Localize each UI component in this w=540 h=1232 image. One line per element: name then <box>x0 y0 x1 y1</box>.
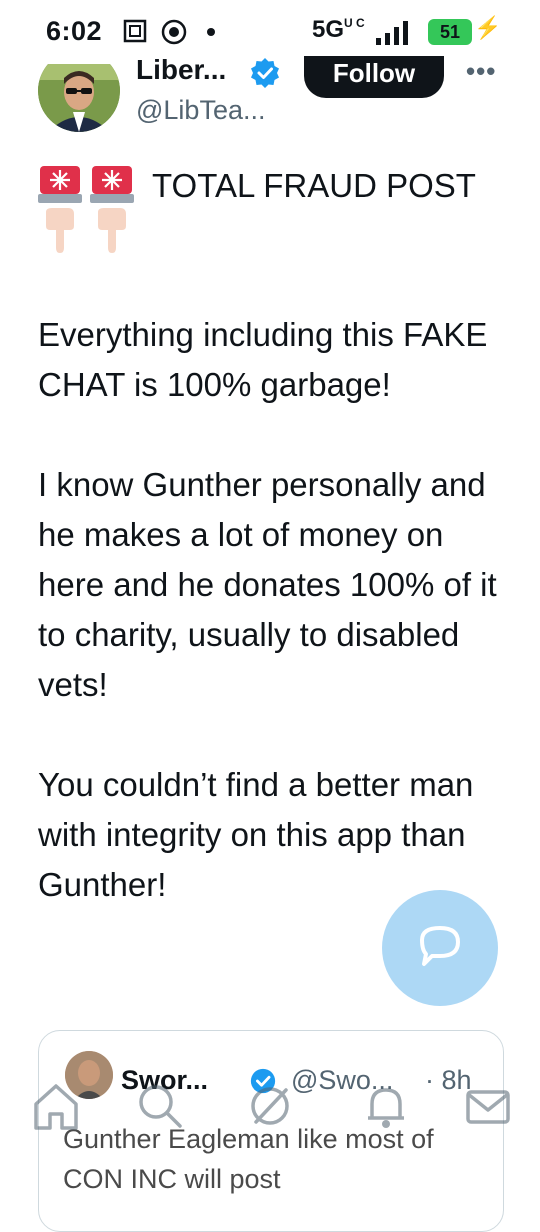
tweet-paragraph: You couldn’t find a better man with inte… <box>38 766 474 903</box>
reply-icon <box>420 926 460 966</box>
signal-icon <box>376 21 408 45</box>
battery-indicator: 51 <box>428 19 472 45</box>
headline-row: TOTAL FRAUD POST <box>38 164 508 260</box>
record-icon <box>161 19 187 45</box>
author-handle[interactable]: @LibTea... <box>136 95 265 126</box>
compose-reply-button[interactable] <box>382 890 498 1006</box>
screenshot-icon <box>123 19 147 43</box>
grok-icon[interactable] <box>244 1080 296 1132</box>
follow-button[interactable]: Follow <box>304 56 444 98</box>
siren-icon <box>38 166 82 203</box>
network-type: 5GU C <box>312 16 365 43</box>
emoji-group <box>38 164 134 254</box>
siren-icon <box>90 166 134 203</box>
status-time: 6:02 <box>46 16 103 46</box>
bolt-icon: ⚡ <box>474 15 502 40</box>
mail-icon[interactable] <box>462 1080 514 1132</box>
tweet-headline: TOTAL FRAUD POST <box>152 167 476 204</box>
more-options-button[interactable]: ••• <box>466 56 496 87</box>
status-bar: 6:02 5GU C 51 ⚡ <box>0 0 540 64</box>
notification-dot-icon <box>207 28 215 36</box>
author-avatar[interactable] <box>38 64 120 132</box>
point-down-icon <box>46 208 74 253</box>
bell-icon[interactable] <box>360 1080 412 1132</box>
point-down-icon <box>98 208 126 253</box>
tweet-paragraph: Everything including this FAKE CHAT is 1… <box>38 316 488 403</box>
search-icon[interactable] <box>134 1080 186 1132</box>
tweet-body: TOTAL FRAUD POST Everything including th… <box>38 164 508 910</box>
author-display-name[interactable]: Liber... <box>136 54 226 84</box>
verified-badge-icon <box>251 58 279 88</box>
home-icon[interactable] <box>30 1080 82 1132</box>
tweet-paragraph: I know Gunther personally and he makes a… <box>38 466 497 703</box>
